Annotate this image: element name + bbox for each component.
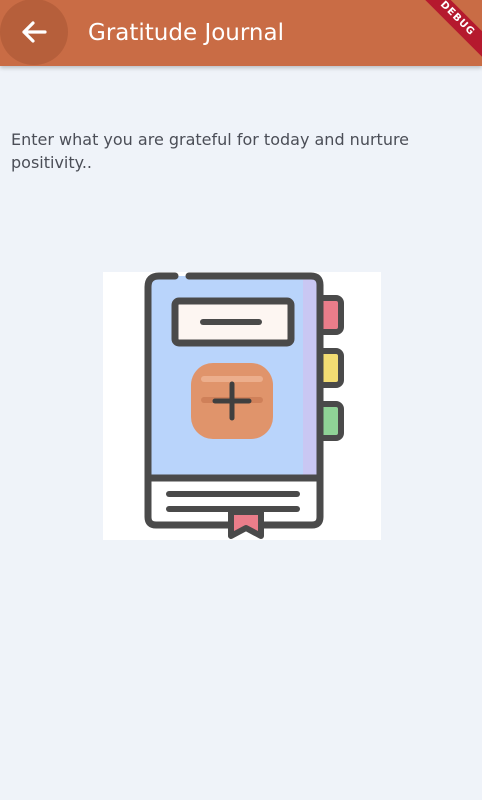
intro-text: Enter what you are grateful for today an… bbox=[11, 130, 410, 172]
journal-book-add-icon bbox=[144, 272, 344, 539]
app-bar: Gratitude Journal DEBUG bbox=[0, 0, 482, 66]
page-title: Gratitude Journal bbox=[88, 20, 284, 46]
back-button[interactable] bbox=[0, 0, 68, 65]
journal-illustration bbox=[103, 272, 381, 540]
debug-banner: DEBUG bbox=[411, 0, 482, 65]
arrow-left-icon bbox=[21, 21, 47, 43]
